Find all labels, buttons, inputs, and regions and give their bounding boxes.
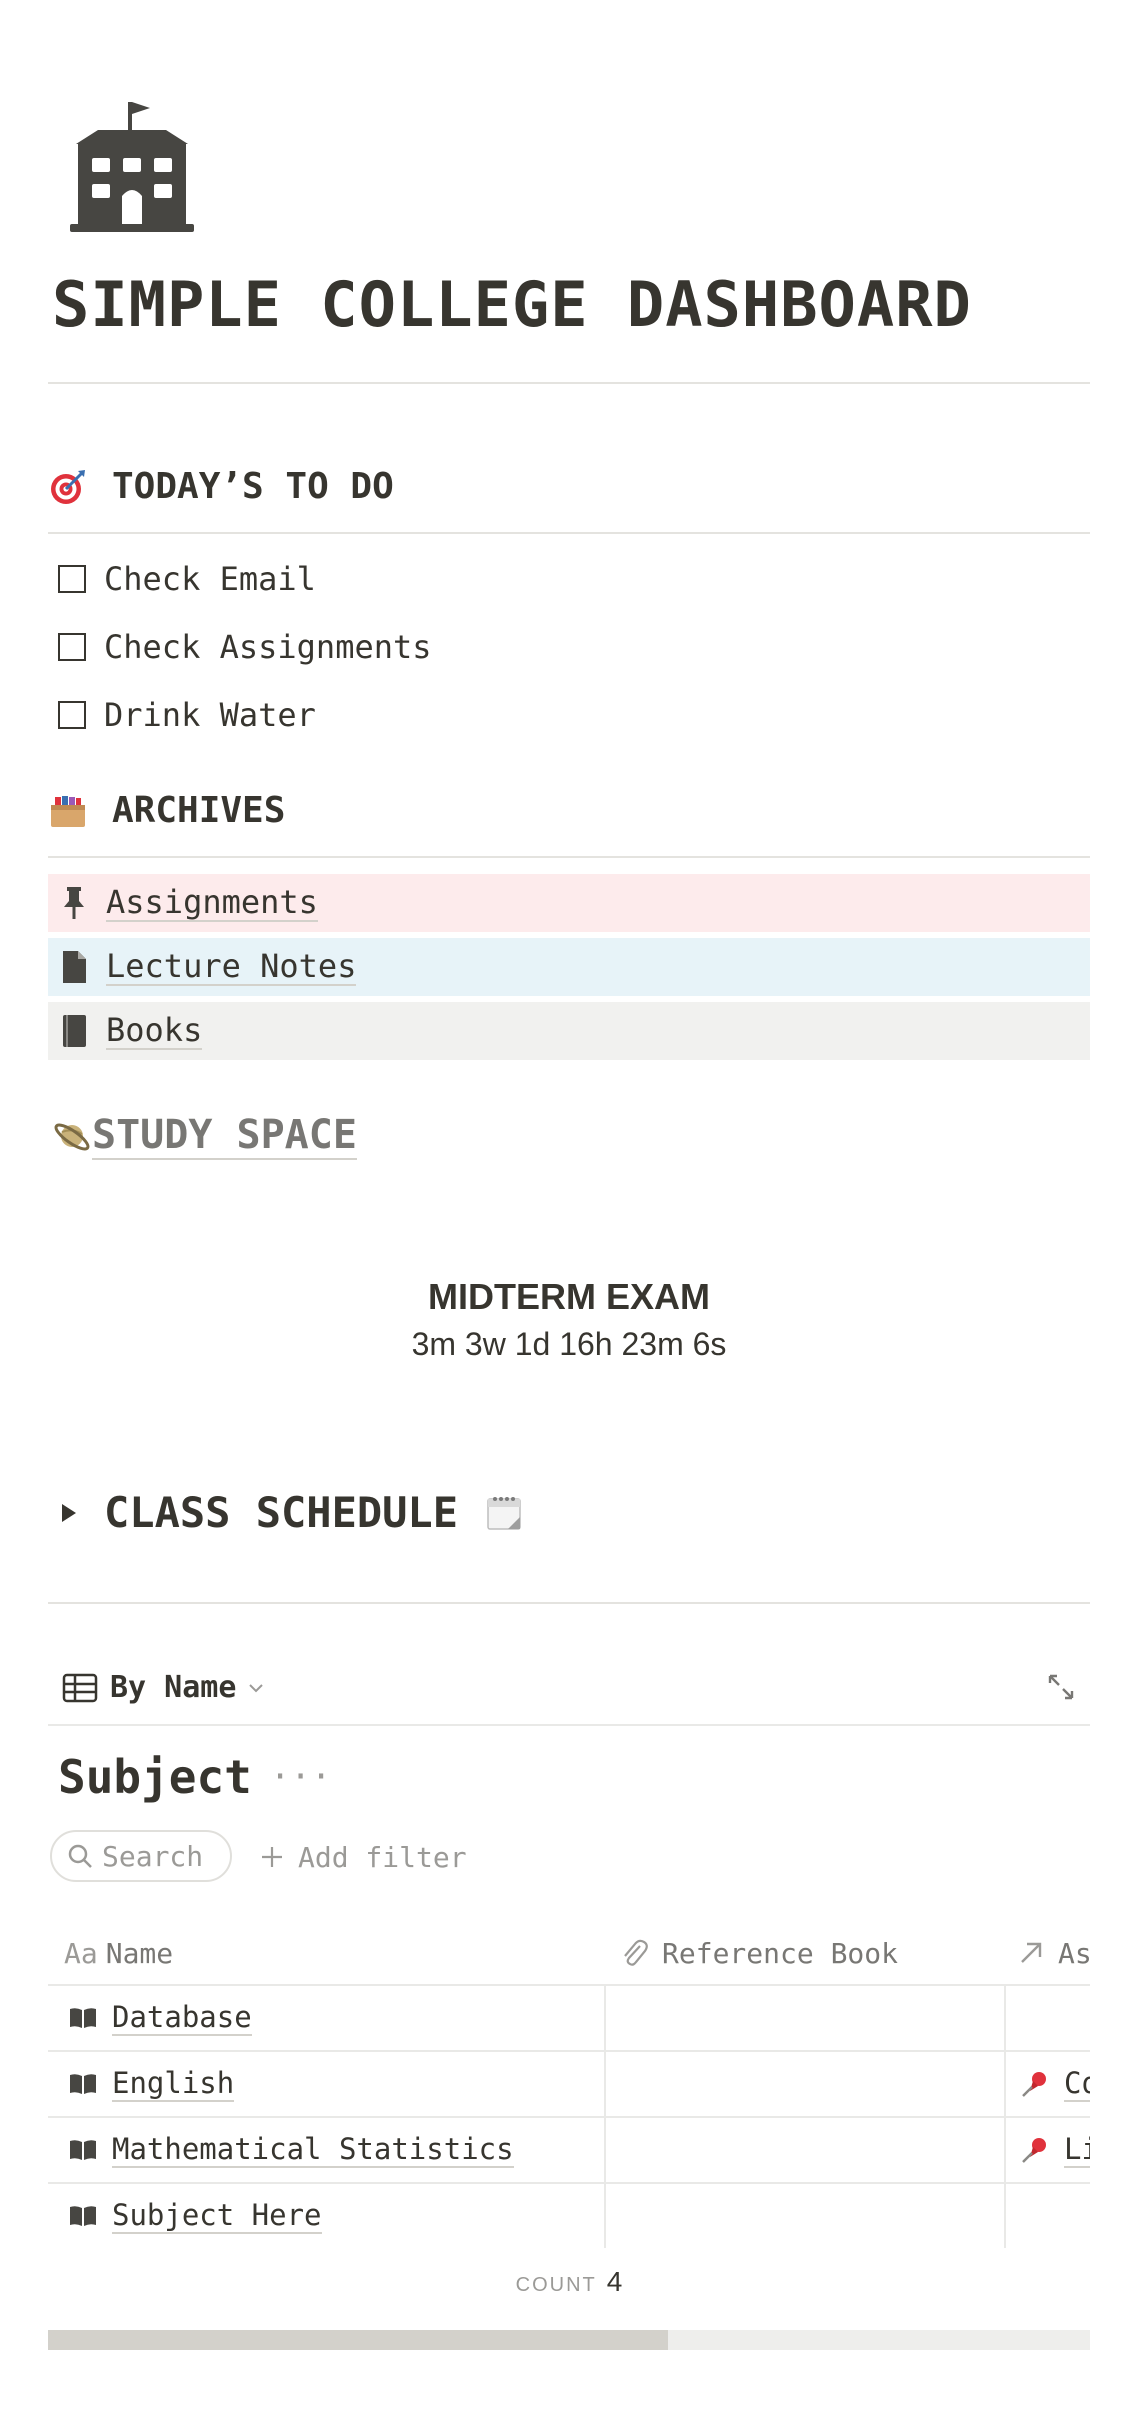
- todo-heading: TODAY’S TO DO: [48, 466, 394, 507]
- checkbox[interactable]: [58, 701, 86, 729]
- countdown-title: MIDTERM EXAM: [428, 1276, 710, 1317]
- expand-icon[interactable]: [1046, 1672, 1076, 1702]
- class-schedule-label: CLASS SCHEDULE: [104, 1488, 459, 1537]
- search-icon: [68, 1844, 92, 1868]
- todo-heading-label: TODAY’S TO DO: [112, 466, 394, 507]
- archive-item-assignments[interactable]: Assignments: [48, 874, 1090, 932]
- row-reference-cell[interactable]: [604, 2052, 1004, 2116]
- page-title: SIMPLE COLLEGE DASHBOARD: [52, 268, 972, 341]
- chevron-down-icon: [249, 1683, 264, 1692]
- archives-divider: [48, 856, 1090, 858]
- row-name-cell[interactable]: Database: [48, 1986, 604, 2050]
- table-row[interactable]: Mathematical Statistics Li: [48, 2118, 1090, 2184]
- countdown-value: 3m 3w 1d 16h 23m 6s: [411, 1326, 727, 1362]
- todo-item-label: Check Assignments: [104, 628, 432, 666]
- database-title-label: Subject: [58, 1750, 252, 1804]
- archives-heading: ARCHIVES: [48, 790, 285, 831]
- title-divider: [48, 382, 1090, 384]
- study-space-label: STUDY SPACE: [92, 1112, 357, 1160]
- archive-item-label: Assignments: [106, 883, 318, 922]
- text-type-icon: Aa: [64, 1936, 98, 1970]
- view-selector-label: By Name: [110, 1670, 237, 1705]
- checkbox[interactable]: [58, 633, 86, 661]
- column-label: As: [1058, 1936, 1090, 1970]
- row-name-cell[interactable]: Mathematical Statistics: [48, 2118, 604, 2182]
- column-header-name[interactable]: Aa Name: [48, 1922, 604, 1984]
- book-icon: [63, 1015, 86, 1047]
- row-name-cell[interactable]: Subject Here: [48, 2184, 604, 2248]
- document-icon: [63, 951, 86, 983]
- open-book-icon: [70, 2206, 96, 2226]
- archive-item-books[interactable]: Books: [48, 1002, 1090, 1060]
- row-assign-cell[interactable]: [1004, 2184, 1090, 2248]
- red-pushpin-icon: [1022, 2072, 1046, 2097]
- table-row[interactable]: English Co: [48, 2052, 1090, 2118]
- row-reference-cell[interactable]: [604, 1986, 1004, 2050]
- row-name: Database: [112, 2000, 252, 2036]
- red-pushpin-icon: [1022, 2138, 1046, 2163]
- archive-item-lecture-notes[interactable]: Lecture Notes: [48, 938, 1090, 996]
- scrollbar-thumb[interactable]: [48, 2330, 668, 2350]
- horizontal-scrollbar[interactable]: [48, 2330, 1090, 2350]
- study-space-link[interactable]: STUDY SPACE: [52, 1112, 357, 1160]
- open-book-icon: [70, 2008, 96, 2028]
- database-title[interactable]: Subject ···: [58, 1750, 331, 1804]
- school-building-icon[interactable]: [70, 100, 194, 234]
- row-assign: Li: [1064, 2132, 1090, 2168]
- archives-heading-label: ARCHIVES: [112, 790, 286, 831]
- todo-item-label: Drink Water: [104, 696, 316, 734]
- pushpin-icon: [64, 887, 84, 919]
- subject-table: Aa Name Reference Book As Database Engli…: [48, 1922, 1090, 2248]
- more-options-icon[interactable]: ···: [270, 1757, 331, 1797]
- card-file-box-icon: [51, 795, 85, 827]
- column-label: Reference Book: [662, 1936, 899, 1970]
- row-reference-cell[interactable]: [604, 2184, 1004, 2248]
- spiral-calendar-icon: [487, 1496, 521, 1530]
- archive-item-label: Lecture Notes: [106, 947, 357, 986]
- open-book-icon: [70, 2074, 96, 2094]
- count-value: 4: [606, 2266, 623, 2297]
- row-assign-cell[interactable]: Co: [1004, 2052, 1090, 2116]
- arrow-up-right-icon: [1021, 1942, 1042, 1963]
- class-schedule-toggle[interactable]: CLASS SCHEDULE: [62, 1488, 524, 1537]
- count-label: COUNT: [515, 2274, 597, 2296]
- plus-icon: [262, 1847, 282, 1867]
- column-label: Name: [105, 1936, 174, 1970]
- todo-item-label: Check Email: [104, 560, 316, 598]
- row-assign: Co: [1064, 2066, 1090, 2102]
- archive-item-label: Books: [106, 1011, 203, 1050]
- toggle-arrow-icon[interactable]: [62, 1503, 76, 1522]
- search-placeholder: Search: [102, 1839, 204, 1873]
- column-header-reference-book[interactable]: Reference Book: [604, 1922, 1004, 1984]
- table-row[interactable]: Subject Here: [48, 2184, 1090, 2248]
- view-bar-divider: [48, 1724, 1090, 1726]
- paperclip-icon: [624, 1939, 648, 1966]
- search-input[interactable]: Search: [50, 1830, 232, 1882]
- todo-item[interactable]: Drink Water: [58, 696, 316, 734]
- todo-divider: [48, 532, 1090, 534]
- add-filter-label: Add filter: [298, 1840, 467, 1874]
- row-count: COUNT 4: [48, 2266, 1090, 2298]
- table-row[interactable]: Database: [48, 1986, 1090, 2052]
- row-reference-cell[interactable]: [604, 2118, 1004, 2182]
- checkbox[interactable]: [58, 565, 86, 593]
- todo-item[interactable]: Check Email: [58, 560, 316, 598]
- add-filter-button[interactable]: Add filter: [260, 1832, 467, 1882]
- row-assign-cell[interactable]: Li: [1004, 2118, 1090, 2182]
- row-name-cell[interactable]: English: [48, 2052, 604, 2116]
- todo-item[interactable]: Check Assignments: [58, 628, 432, 666]
- table-header: Aa Name Reference Book As: [48, 1922, 1090, 1986]
- view-selector[interactable]: By Name: [62, 1670, 264, 1705]
- ringed-planet-icon: [54, 1123, 90, 1151]
- row-assign-cell[interactable]: [1004, 1986, 1090, 2050]
- row-name: Mathematical Statistics: [112, 2132, 514, 2168]
- table-view-icon: [62, 1673, 98, 1702]
- section-divider: [48, 1602, 1090, 1604]
- open-book-icon: [70, 2140, 96, 2160]
- column-header-assign[interactable]: As: [1004, 1922, 1090, 1984]
- row-name: English: [112, 2066, 235, 2102]
- row-name: Subject Here: [112, 2198, 322, 2234]
- target-dart-icon: [51, 469, 85, 504]
